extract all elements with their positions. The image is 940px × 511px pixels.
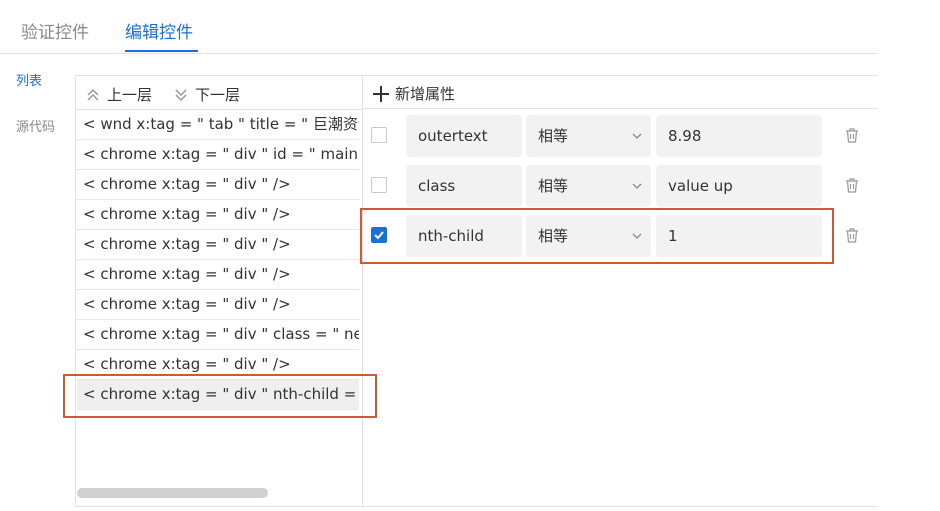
selected-node-highlight <box>63 374 377 418</box>
selected-attribute-highlight <box>360 208 834 264</box>
attribute-operator-select[interactable]: 相等 <box>526 165 651 207</box>
attribute-row: class 相等 value up <box>363 165 878 207</box>
tree-row[interactable]: < chrome x:tag = " div " /> <box>77 200 359 230</box>
horizontal-scrollbar[interactable] <box>77 488 268 498</box>
bottom-border <box>75 506 878 507</box>
tab-validate-control[interactable]: 验证控件 <box>21 18 89 43</box>
tree-row[interactable]: < chrome x:tag = " div " class = " new <box>77 320 359 350</box>
chevron-down-icon <box>632 183 642 189</box>
attribute-value-field[interactable]: value up <box>656 165 822 207</box>
tab-edit-control[interactable]: 编辑控件 <box>125 18 193 43</box>
tree-nav-bar: 上一层 下一层 <box>76 76 362 110</box>
add-attribute-button[interactable]: 新增属性 <box>372 83 455 104</box>
operator-value: 相等 <box>538 177 569 195</box>
trash-icon[interactable] <box>845 178 859 193</box>
tree-row[interactable]: < chrome x:tag = " div " id = " main " <box>77 140 359 170</box>
trash-icon[interactable] <box>845 228 859 243</box>
chevron-down-icon <box>632 133 642 139</box>
side-item-list[interactable]: 列表 <box>16 70 42 89</box>
up-level-label: 上一层 <box>107 86 153 104</box>
up-level-button[interactable]: 上一层 <box>85 84 152 105</box>
down-level-button[interactable]: 下一层 <box>173 84 240 105</box>
double-chevron-down-icon <box>175 88 187 101</box>
attribute-name-field[interactable]: class <box>406 165 522 207</box>
double-chevron-up-icon <box>87 88 99 101</box>
attribute-name-field[interactable]: outertext <box>406 115 522 157</box>
tree-row[interactable]: < chrome x:tag = " div " /> <box>77 290 359 320</box>
tree-row[interactable]: < chrome x:tag = " div " /> <box>77 260 359 290</box>
attribute-checkbox[interactable] <box>371 177 387 193</box>
attribute-operator-select[interactable]: 相等 <box>526 115 651 157</box>
side-item-source[interactable]: 源代码 <box>16 116 55 135</box>
active-tab-indicator <box>125 50 198 52</box>
tree-row[interactable]: < chrome x:tag = " div " /> <box>77 230 359 260</box>
operator-value: 相等 <box>538 127 569 145</box>
trash-icon[interactable] <box>845 128 859 143</box>
attribute-checkbox[interactable] <box>371 127 387 143</box>
tree-row[interactable]: < wnd x:tag = " tab " title = " 巨潮资讯 <box>77 110 359 140</box>
down-level-label: 下一层 <box>195 86 241 104</box>
attribute-value-field[interactable]: 8.98 <box>656 115 822 157</box>
attribute-row: outertext 相等 8.98 <box>363 115 878 157</box>
plus-icon <box>373 85 389 102</box>
add-attribute-label: 新增属性 <box>395 85 456 103</box>
tab-divider <box>0 53 878 54</box>
tree-row[interactable]: < chrome x:tag = " div " /> <box>77 170 359 200</box>
